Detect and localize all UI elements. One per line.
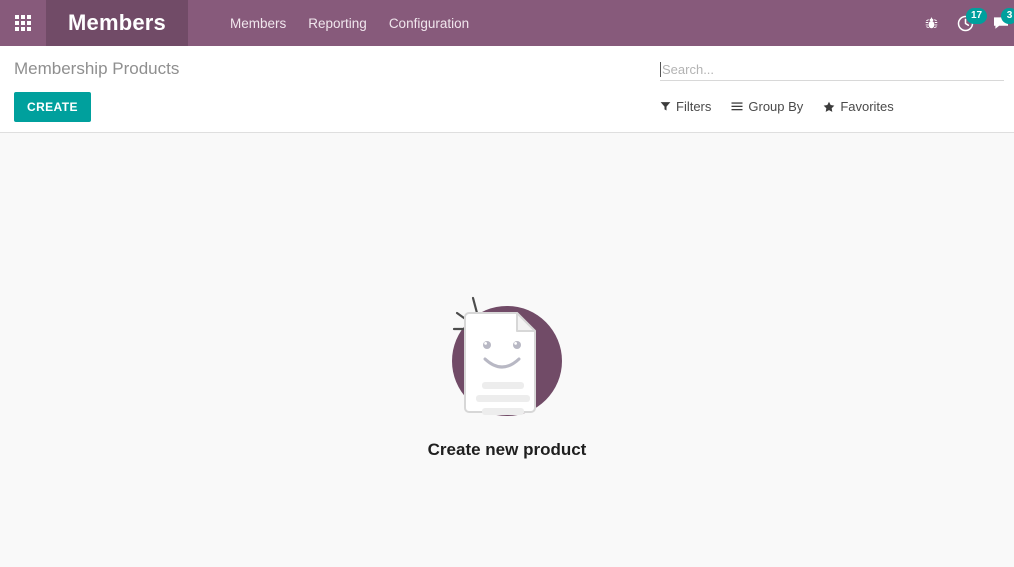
debug-menu-button[interactable]	[924, 16, 939, 31]
filters-label: Filters	[676, 99, 712, 114]
menu-item-reporting[interactable]: Reporting	[308, 16, 367, 31]
page-title: Membership Products	[14, 59, 180, 78]
search-box[interactable]	[660, 62, 1004, 81]
star-icon	[823, 101, 835, 113]
favorites-dropdown[interactable]: Favorites	[823, 99, 894, 114]
app-brand-label: Members	[68, 10, 166, 35]
control-panel: Membership Products CREATE Filters	[0, 46, 1014, 133]
apps-menu-button[interactable]	[0, 0, 46, 46]
debug-bug-icon	[924, 16, 939, 31]
messages-menu-button[interactable]: 3	[992, 8, 1014, 31]
funnel-icon	[660, 101, 671, 112]
create-button[interactable]: CREATE	[14, 92, 91, 122]
navbar-menu: Members Reporting Configuration	[188, 0, 469, 46]
menu-item-configuration[interactable]: Configuration	[389, 16, 469, 31]
control-panel-right: Filters Group By	[660, 58, 1014, 114]
group-by-label: Group By	[748, 99, 804, 114]
favorites-label: Favorites	[840, 99, 894, 114]
navbar-systray: 17 3	[924, 0, 1014, 46]
app-brand-members[interactable]: Members	[46, 0, 188, 46]
list-icon	[731, 101, 743, 112]
top-navbar: Members Members Reporting Configuration	[0, 0, 1014, 46]
apps-grid-icon	[15, 15, 31, 31]
activity-count-badge: 17	[966, 7, 988, 24]
search-text-caret	[660, 62, 661, 77]
control-panel-left: Membership Products CREATE	[0, 58, 660, 122]
empty-state: Create new product	[427, 283, 587, 460]
smiling-document-icon	[427, 283, 587, 428]
search-dropdown-buttons: Filters Group By Favorites	[660, 99, 894, 114]
messages-count-badge: 3	[1001, 8, 1014, 24]
filters-dropdown[interactable]: Filters	[660, 99, 711, 114]
activity-menu-button[interactable]: 17	[957, 7, 988, 32]
search-input[interactable]	[662, 62, 1004, 77]
content-area: Create new product	[0, 133, 1014, 567]
menu-item-members[interactable]: Members	[230, 16, 286, 31]
empty-state-label: Create new product	[427, 440, 587, 459]
group-by-dropdown[interactable]: Group By	[731, 99, 803, 114]
